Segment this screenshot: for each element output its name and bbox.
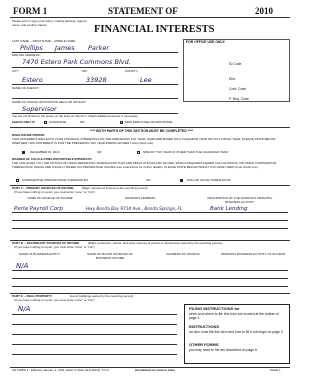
part-c-line-4: [12, 344, 177, 345]
office-use-label: FOR OFFICE USE ONLY:: [186, 40, 226, 44]
fiscal-year-label: SPECIFY TAX YEAR IF OTHER THAN THE CALEN…: [143, 150, 229, 154]
instructions-text: Please print or type your name, mailing …: [12, 19, 87, 27]
fiscal-year-checkbox[interactable]: [137, 151, 140, 154]
candidate-label: CANDIDATE: [49, 120, 67, 124]
dec31-label: DECEMBER 31, 2010: [30, 150, 60, 154]
period-or-label: OR: [97, 150, 102, 154]
part-c-row1[interactable]: N/A: [18, 305, 30, 313]
header-rule: [10, 17, 290, 18]
office-use-preq: P. Req. Code: [229, 97, 249, 101]
first-name-field[interactable]: James: [55, 44, 75, 52]
other-forms-heading: OTHER FORMS: [189, 342, 219, 347]
part-b-subtitle: [Major customers, clients, and other sou…: [88, 242, 223, 245]
zip-label: ZIP :: [82, 69, 89, 73]
other-forms-text: you may need to file are described on pa…: [189, 348, 258, 352]
middle-name-field[interactable]: Parker: [88, 44, 109, 52]
part-b-line-2: [12, 278, 288, 279]
address-field[interactable]: 7470 Estero Park Commons Blvd.: [22, 58, 131, 66]
part-c-line-2: [12, 324, 177, 325]
part-b-col-sources: NAME OF MAJOR SOURCES OF BUSINESS' INCOM…: [87, 252, 133, 260]
part-c-line-1: [12, 314, 177, 315]
disclosure-period-text: THIS STATEMENT REFLECTS YOUR FINANCIAL I…: [12, 137, 276, 145]
part-b-note: (If you have nothing to report, you must…: [14, 245, 95, 249]
instructions-heading: INSTRUCTIONS: [189, 324, 219, 329]
candidate-checkbox[interactable]: [44, 121, 47, 124]
address-rule: [12, 67, 178, 68]
filing-heading: FILING INSTRUCTIONS for: [189, 306, 240, 311]
part-b-line-1: [12, 270, 288, 271]
zip-field[interactable]: 33928: [86, 76, 107, 84]
form-year: 2010: [255, 6, 273, 16]
new-employee-checkbox[interactable]: [120, 121, 123, 124]
office-use-dist: Dist.: [229, 77, 236, 81]
office-use-conf: Conf. Code: [229, 87, 247, 91]
form-page: FORM 1 STATEMENT OF 2010 FINANCIAL INTER…: [0, 0, 298, 386]
county-label: COUNTY :: [125, 69, 140, 73]
filing-text: when and where to file this form are loc…: [189, 312, 280, 320]
not-limited-note: You are not limited to the space on the …: [12, 114, 139, 118]
part-a-row1-address[interactable]: Hwy Bonita Bay 9714 Ave., Bonita Springs…: [86, 206, 182, 211]
part-b-line-3: [12, 286, 288, 287]
part-c-line-3: [12, 334, 177, 335]
both-parts-note: **** BOTH PARTS OF THIS SECTION MUST BE …: [90, 129, 193, 133]
part-a-col-name: NAME OF SOURCE OF INCOME: [27, 196, 73, 200]
manner-text: THE LAW GIVES YOU THE OPTION OF USING RE…: [12, 161, 277, 169]
footer-page: PAGE 1: [270, 368, 281, 372]
last-name-field[interactable]: Phillips: [20, 44, 43, 52]
county-field[interactable]: Lee: [140, 76, 152, 84]
comparative-checkbox[interactable]: [16, 179, 19, 182]
footer-form-id: CE FORM 1 - Effective January 1, 2011. R…: [12, 368, 111, 372]
dollar-label: DOLLAR VALUE THRESHOLDS: [187, 178, 231, 182]
new-employee-label: NEW EMPLOYEE OR APPOINTEE: [125, 120, 173, 124]
manner-or-label: OR: [146, 178, 151, 182]
footer-continued: (Continued on reverse side): [135, 368, 175, 372]
title-line2: FINANCIAL INTERESTS: [94, 24, 215, 35]
agency-rule: [12, 98, 178, 99]
part-b-col-address: ADDRESS OF SOURCE: [166, 252, 200, 256]
part-a-line-3: [12, 228, 288, 229]
section-rule-1: [10, 127, 290, 128]
form-number: FORM 1: [13, 6, 48, 16]
or-label: OR: [80, 120, 85, 124]
dec31-checkbox[interactable]: [22, 151, 25, 154]
part-b-row1[interactable]: N/A: [16, 262, 28, 270]
office-use-box: [183, 39, 290, 102]
city-rule: [12, 84, 178, 85]
city-label: CITY :: [12, 69, 21, 73]
title-line1: STATEMENT OF: [108, 6, 178, 16]
part-c-note: (If you have nothing to report, you must…: [14, 298, 95, 302]
part-b-col-entity: NAME OF BUSINESS ENTITY: [18, 252, 61, 256]
part-a-col-desc: DESCRIPTION OF THE SOURCE'S PRINCIPAL BU…: [207, 196, 273, 204]
part-a-line-2: [12, 220, 288, 221]
agency-label: NAME OF AGENCY :: [12, 86, 41, 90]
part-c-line-5: [12, 354, 177, 355]
part-a-note: (If you have nothing to report, you must…: [14, 190, 95, 194]
comparative-label: COMPARATIVE (PERCENTAGE) THRESHOLDS: [22, 178, 88, 182]
part-b-col-activity: PRINCIPAL BUSINESS ACTIVITY OF SOURCE: [220, 252, 286, 256]
instructions-text-box: on who must file this form and how to fi…: [189, 330, 284, 334]
part-a-col-address: SOURCE'S ADDRESS: [124, 196, 156, 200]
check-only-label: CHECK ONLY IF: [12, 120, 36, 124]
city-field[interactable]: Estero: [22, 76, 43, 84]
section-rule-4: [10, 293, 290, 294]
office-use-id: ID Code: [229, 62, 242, 66]
dollar-checkbox[interactable]: [180, 179, 183, 182]
part-a-line-1: [12, 212, 288, 213]
position-field[interactable]: Supervisor: [22, 105, 57, 113]
